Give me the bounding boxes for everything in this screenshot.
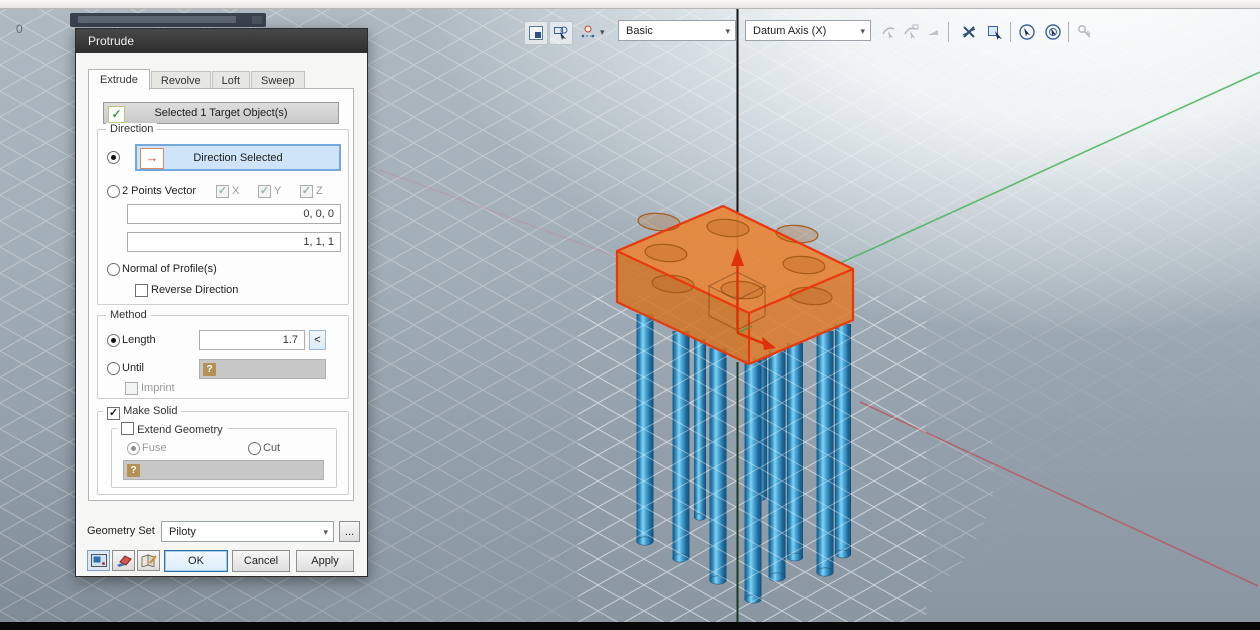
snapshot-button[interactable] xyxy=(87,550,110,571)
toolbar-divider xyxy=(1010,22,1011,42)
extend-geometry-checkbox[interactable] xyxy=(121,422,134,435)
axis-z-label: Z xyxy=(316,185,323,197)
extend-target-button[interactable]: ? xyxy=(123,460,324,480)
protrude-dialog: Protrude Extrude Revolve Loft Sweep ✓ Se… xyxy=(75,28,368,577)
make-solid-legend: Make Solid xyxy=(103,405,181,420)
tab-bar: Extrude Revolve Loft Sweep xyxy=(88,69,306,90)
help-badge-icon: ? xyxy=(203,363,216,376)
dialog-title: Protrude xyxy=(88,34,134,48)
method-legend: Method xyxy=(106,309,151,321)
normal-of-profiles-label: Normal of Profile(s) xyxy=(122,263,217,275)
fit-view-icon[interactable] xyxy=(524,21,548,45)
display-icon xyxy=(91,554,107,567)
datum-point-icon[interactable] xyxy=(577,21,599,43)
book-pencil-icon xyxy=(141,554,157,567)
normal-of-profiles-radio[interactable] xyxy=(107,263,120,276)
target-object-button[interactable]: ✓ Selected 1 Target Object(s) xyxy=(103,102,339,124)
until-target-button[interactable]: ? xyxy=(199,359,326,379)
two-points-vector-label: 2 Points Vector xyxy=(122,185,196,197)
make-solid-label: Make Solid xyxy=(123,405,177,417)
extend-geometry-label: Extend Geometry xyxy=(137,424,223,436)
chevron-down-icon: ▾ xyxy=(323,527,328,538)
geometry-set-select[interactable]: Piloty ▾ xyxy=(161,521,334,542)
datum-point-caret-icon[interactable]: ▾ xyxy=(600,27,605,38)
imprint-label: Imprint xyxy=(141,382,175,394)
ok-button[interactable]: OK xyxy=(164,550,228,572)
select-curve-icon[interactable] xyxy=(878,21,900,43)
small-arrow-icon[interactable] xyxy=(922,21,944,43)
help-badge-icon: ? xyxy=(127,464,140,477)
geometry-set-more-button[interactable]: ... xyxy=(339,521,360,542)
datum-axis-combo-value: Datum Axis (X) xyxy=(753,25,826,37)
axis-x-checkbox[interactable] xyxy=(216,185,229,198)
reverse-direction-label: Reverse Direction xyxy=(151,284,238,296)
datum-axis-combo[interactable]: Datum Axis (X) ▾ xyxy=(745,20,871,41)
target-object-label: Selected 1 Target Object(s) xyxy=(154,107,287,119)
axis-y-checkbox[interactable] xyxy=(258,185,271,198)
direction-group: Direction → Direction Selected 2 Points … xyxy=(97,129,349,305)
direction-arrow-icon: → xyxy=(140,148,164,169)
axis-y-label: Y xyxy=(274,185,281,197)
vector-from-input[interactable] xyxy=(127,204,341,224)
guide-button[interactable] xyxy=(137,550,160,571)
basic-combo-value: Basic xyxy=(626,25,653,37)
axis-x-label: X xyxy=(232,185,239,197)
until-label: Until xyxy=(122,362,144,374)
circle-cursor-alt-icon[interactable] xyxy=(1042,21,1064,43)
fuse-radio[interactable] xyxy=(127,442,140,455)
make-solid-group: Make Solid Extend Geometry Fuse Cut ? xyxy=(97,411,349,495)
direction-selected-label: Direction Selected xyxy=(193,152,282,164)
extrude-tab-panel: ✓ Selected 1 Target Object(s) Direction … xyxy=(88,88,354,501)
toolbar-divider xyxy=(948,22,949,42)
two-points-vector-radio[interactable] xyxy=(107,185,120,198)
basic-combo[interactable]: Basic ▾ xyxy=(618,20,736,41)
length-expand-button[interactable]: < xyxy=(309,330,326,350)
dialog-titlebar[interactable]: Protrude xyxy=(76,29,367,53)
circle-cursor-icon[interactable] xyxy=(1016,21,1038,43)
extend-geometry-legend: Extend Geometry xyxy=(117,422,227,436)
cut-label: Cut xyxy=(263,442,280,454)
axis-z-checkbox[interactable] xyxy=(300,185,313,198)
select-curve-chain-icon[interactable] xyxy=(900,21,922,43)
vector-to-input[interactable] xyxy=(127,232,341,252)
key-icon[interactable] xyxy=(1074,21,1096,43)
imprint-checkbox[interactable] xyxy=(125,382,138,395)
method-group: Method Length < Until ? Imprint xyxy=(97,315,349,399)
select-shape-icon[interactable] xyxy=(549,21,573,45)
geometry-set-value: Piloty xyxy=(169,526,196,538)
erase-button[interactable] xyxy=(112,550,135,571)
bottom-black-bar xyxy=(0,622,1260,630)
reverse-direction-checkbox[interactable] xyxy=(135,284,148,297)
make-solid-checkbox[interactable] xyxy=(107,407,120,420)
tab-extrude[interactable]: Extrude xyxy=(88,69,150,90)
cut-radio[interactable] xyxy=(248,442,261,455)
cancel-button[interactable]: Cancel xyxy=(232,550,290,572)
until-radio[interactable] xyxy=(107,362,120,375)
check-icon: ✓ xyxy=(108,106,125,123)
direction-selected-radio[interactable] xyxy=(107,151,120,164)
select-box-cursor-icon[interactable] xyxy=(984,21,1006,43)
chevron-down-icon: ▾ xyxy=(860,26,865,37)
chevron-down-icon: ▾ xyxy=(725,26,730,37)
apply-button[interactable]: Apply xyxy=(296,550,354,572)
geometry-set-label: Geometry Set xyxy=(87,525,155,537)
fuse-label: Fuse xyxy=(142,442,166,454)
cross-slash-icon[interactable] xyxy=(958,21,980,43)
length-radio[interactable] xyxy=(107,334,120,347)
direction-legend: Direction xyxy=(106,123,157,135)
direction-selected-button[interactable]: → Direction Selected xyxy=(135,144,341,171)
eraser-icon xyxy=(116,554,132,567)
toolbar-divider xyxy=(1068,22,1069,42)
length-input[interactable] xyxy=(199,330,305,350)
extend-geometry-group: Extend Geometry Fuse Cut ? xyxy=(111,428,337,488)
length-label: Length xyxy=(122,334,156,346)
